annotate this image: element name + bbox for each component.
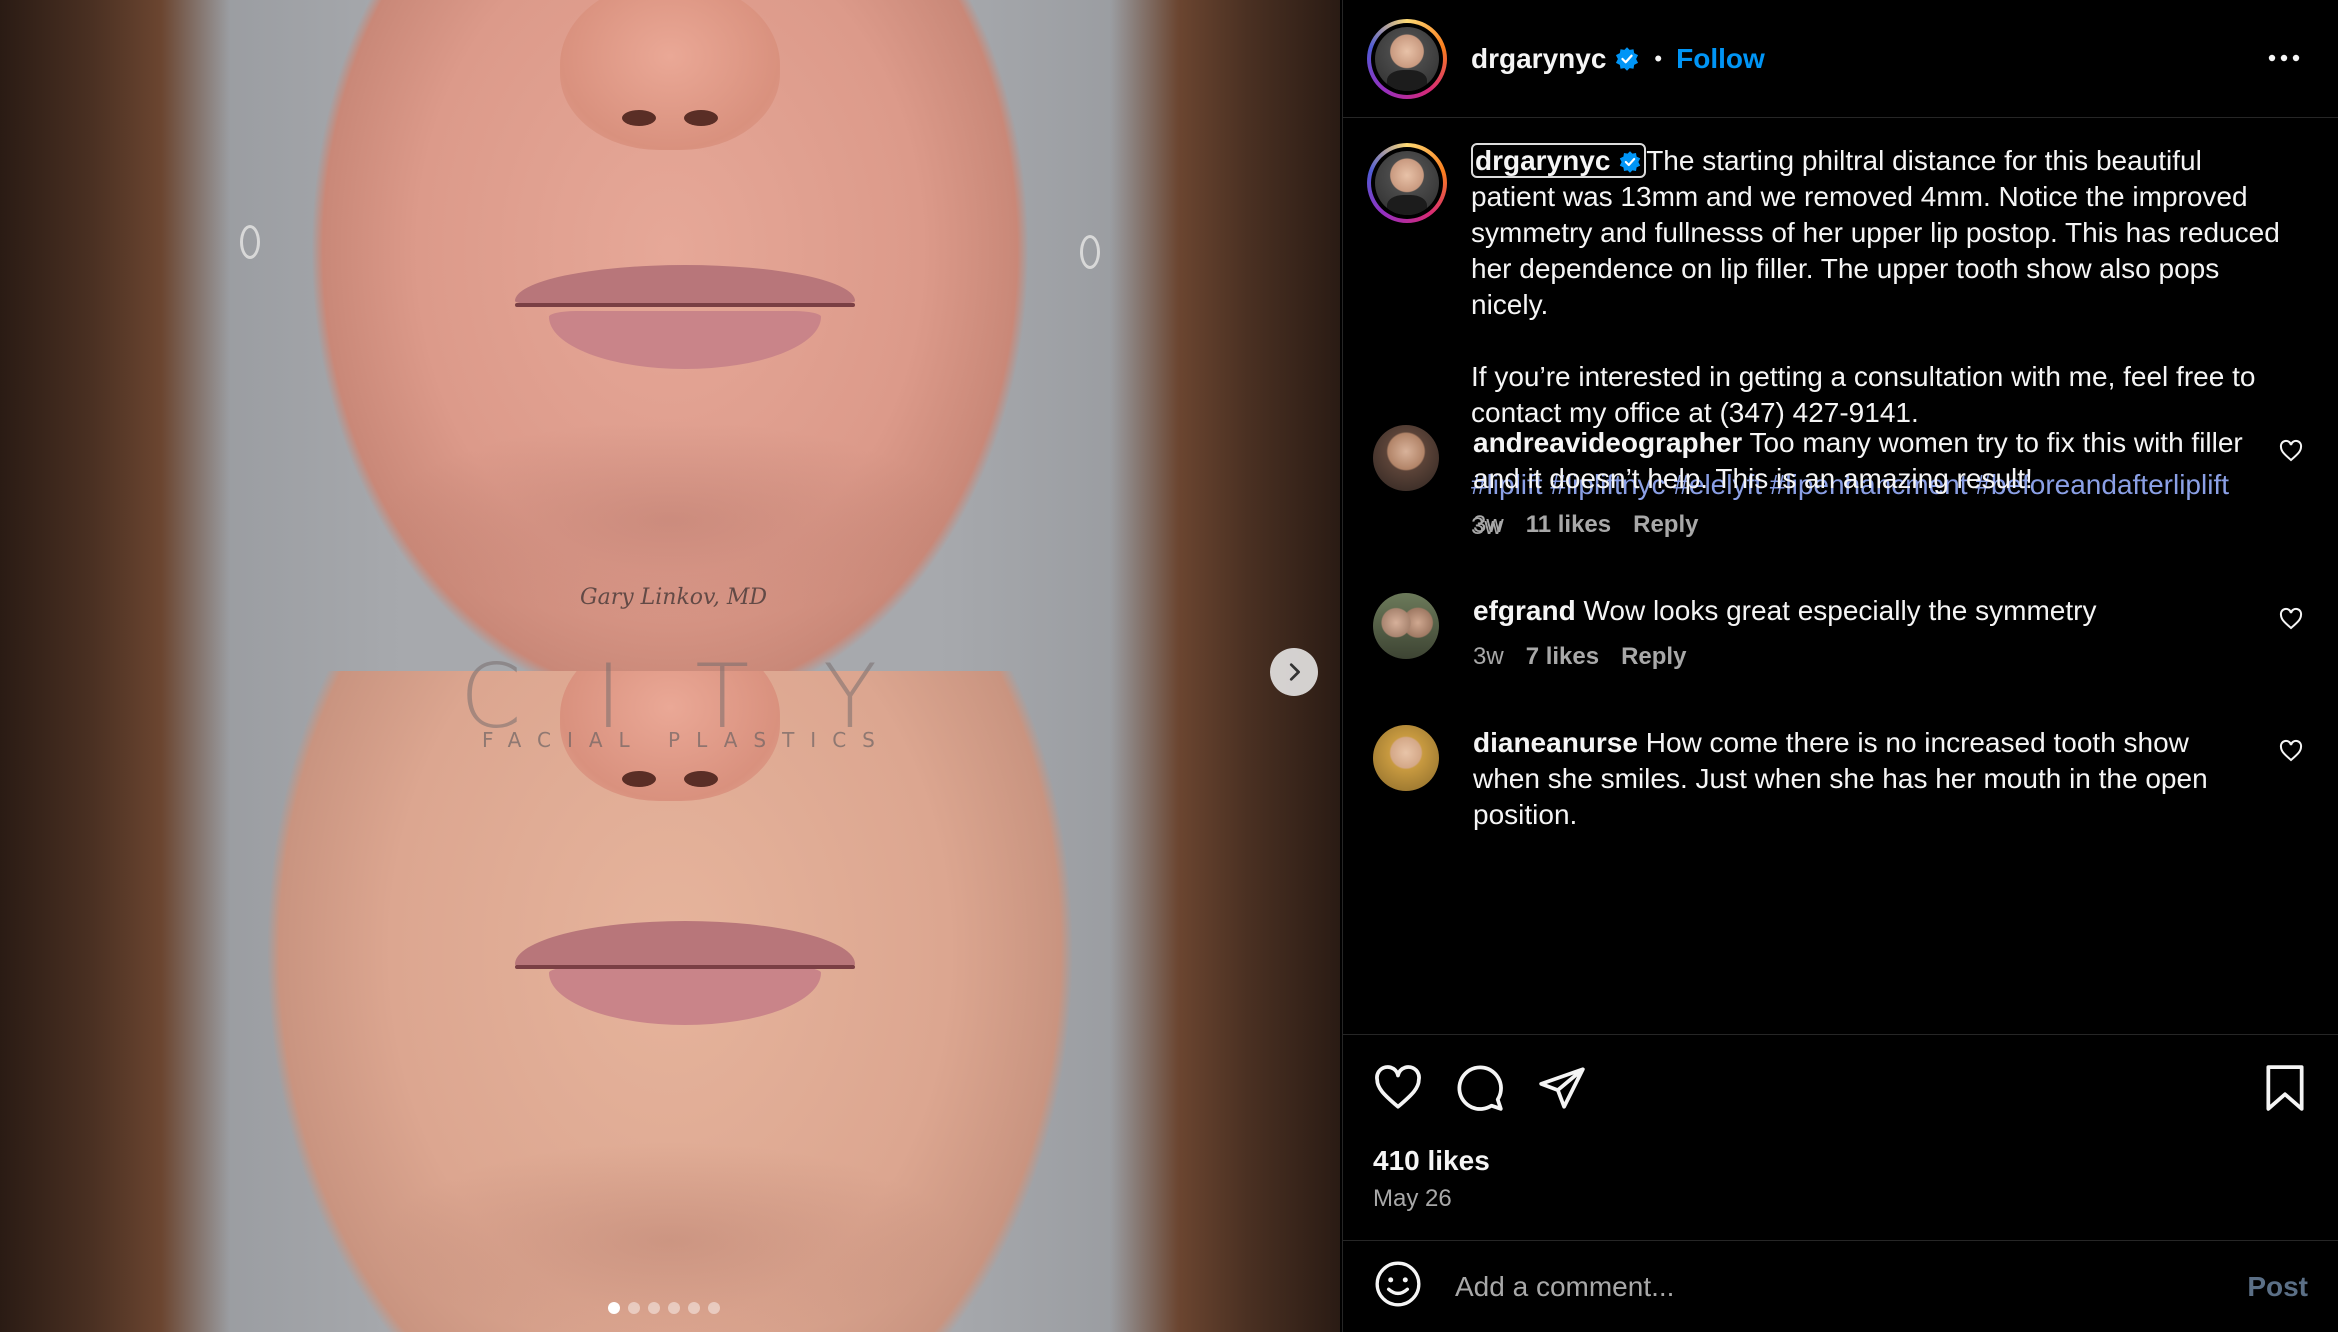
avatar[interactable] xyxy=(1367,143,1447,223)
like-button[interactable] xyxy=(1373,1063,1423,1118)
carousel-dot xyxy=(668,1302,680,1314)
verified-badge-icon xyxy=(1616,46,1639,71)
comment-button[interactable] xyxy=(1455,1063,1505,1118)
comment-username[interactable]: dianeanurse xyxy=(1473,727,1638,758)
avatar[interactable] xyxy=(1367,18,1447,99)
avatar[interactable] xyxy=(1373,593,1439,659)
post-header: drgarynyc • Follow xyxy=(1343,0,2338,118)
carousel-dot xyxy=(708,1302,720,1314)
comment-input[interactable] xyxy=(1455,1270,2215,1303)
carousel-indicator xyxy=(608,1302,720,1314)
caption-contact-text: If you’re interested in getting a consul… xyxy=(1471,361,2256,428)
carousel-dot xyxy=(648,1302,660,1314)
comment-time: 3w xyxy=(1473,511,1504,538)
comment-username[interactable]: efgrand xyxy=(1473,595,1576,626)
comment-like-button[interactable] xyxy=(2279,739,2303,768)
post-media[interactable]: Gary Linkov, MD CITY FACIAL PLASTICS xyxy=(0,0,1340,1332)
post-comment-button[interactable]: Post xyxy=(2247,1271,2308,1303)
hair-left xyxy=(0,0,230,671)
comment-likes[interactable]: 7 likes xyxy=(1526,639,1599,675)
more-options-button[interactable] xyxy=(2266,40,2302,81)
bookmark-icon xyxy=(2266,1065,2304,1111)
lips xyxy=(515,921,855,1025)
watermark-signature: Gary Linkov, MD xyxy=(580,585,767,610)
comment-icon xyxy=(1457,1065,1503,1111)
author-username[interactable]: drgarynyc xyxy=(1471,43,1606,75)
comment-likes[interactable]: 11 likes xyxy=(1526,507,1611,543)
header-separator: • xyxy=(1654,45,1663,71)
comment-reply-button[interactable]: Reply xyxy=(1621,639,1686,675)
hair-left xyxy=(0,671,230,1332)
save-button[interactable] xyxy=(2262,1063,2308,1118)
watermark-subtitle: FACIAL PLASTICS xyxy=(482,728,891,752)
nose xyxy=(560,0,780,150)
comments-list[interactable]: drgarynyc The starting philtral distance… xyxy=(1343,119,2338,1033)
lips xyxy=(515,265,855,369)
likes-count[interactable]: 410 likes xyxy=(1373,1145,1490,1177)
chevron-right-icon xyxy=(1289,663,1300,681)
post-sidebar: drgarynyc • Follow drgarynyc The startin… xyxy=(1342,0,2338,1332)
earring-left xyxy=(240,225,260,259)
comment-item: andreavideographer Too many women try to… xyxy=(1373,425,2303,543)
heart-icon xyxy=(1375,1065,1421,1109)
comment-item: dianeanurse How come there is no increas… xyxy=(1373,725,2303,833)
verified-badge-icon xyxy=(1619,151,1641,173)
hair-right xyxy=(1110,671,1340,1332)
comment-username[interactable]: andreavideographer xyxy=(1473,427,1742,458)
add-comment-bar: Post xyxy=(1343,1240,2338,1332)
carousel-next-button[interactable] xyxy=(1270,648,1318,696)
earring-right xyxy=(1080,235,1100,269)
comment-like-button[interactable] xyxy=(2279,607,2303,636)
emoji-button[interactable] xyxy=(1373,1259,1423,1314)
comment-reply-button[interactable]: Reply xyxy=(1633,507,1698,543)
carousel-dot xyxy=(688,1302,700,1314)
comment-item: efgrand Wow looks great especially the s… xyxy=(1373,593,2303,675)
comment-time: 3w xyxy=(1473,643,1504,670)
post-actions: 410 likes May 26 xyxy=(1343,1034,2338,1240)
before-photo xyxy=(0,0,1340,671)
hair-right xyxy=(1110,0,1340,671)
carousel-dot xyxy=(628,1302,640,1314)
after-photo xyxy=(0,671,1340,1332)
emoji-icon xyxy=(1375,1261,1421,1307)
post-date: May 26 xyxy=(1373,1185,1452,1212)
avatar[interactable] xyxy=(1373,725,1439,791)
avatar[interactable] xyxy=(1373,425,1439,491)
heart-icon xyxy=(2279,739,2303,762)
caption-username[interactable]: drgarynyc xyxy=(1471,143,1647,178)
share-button[interactable] xyxy=(1537,1063,1587,1118)
comment-like-button[interactable] xyxy=(2279,439,2303,468)
carousel-dot xyxy=(608,1302,620,1314)
comment-text: Wow looks great especially the symmetry xyxy=(1583,595,2097,626)
heart-icon xyxy=(2279,439,2303,462)
share-icon xyxy=(1539,1067,1585,1109)
follow-button[interactable]: Follow xyxy=(1676,43,1765,75)
heart-icon xyxy=(2279,607,2303,630)
more-horizontal-icon xyxy=(2268,54,2300,62)
